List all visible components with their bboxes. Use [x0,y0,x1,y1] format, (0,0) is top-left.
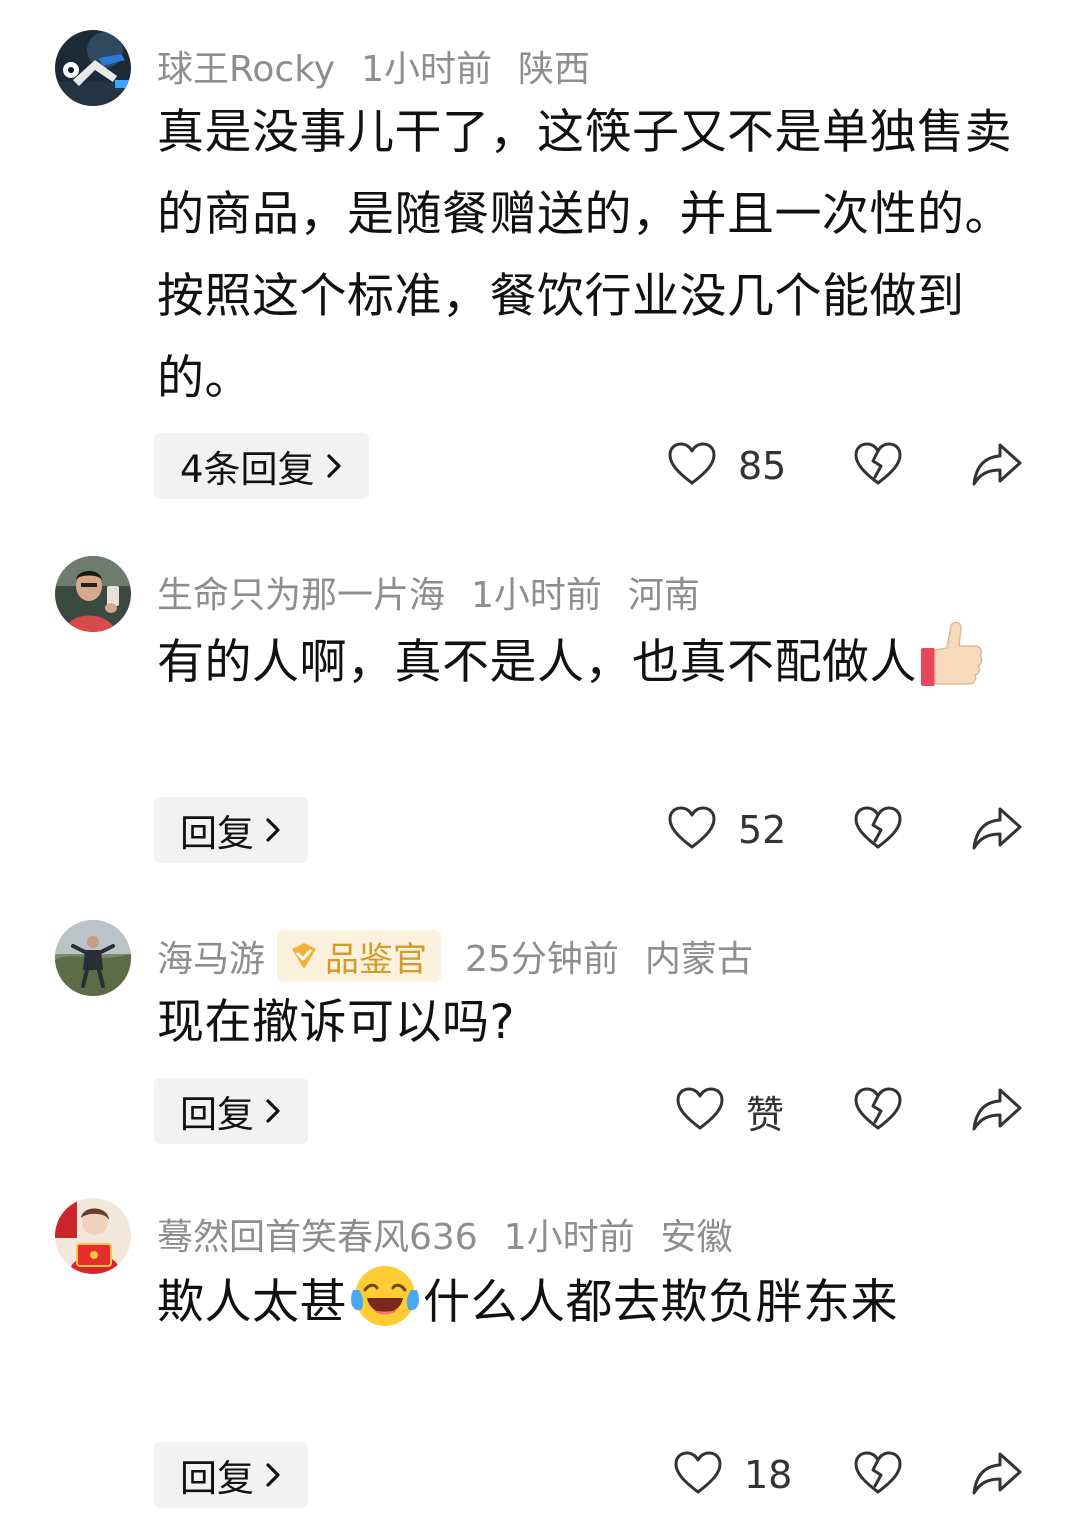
badge-label: 品鉴官 [325,939,428,980]
timestamp: 25分钟前 [465,939,619,980]
location: 陕西 [518,49,591,90]
broken-heart-icon[interactable] [852,803,904,859]
timestamp: 1小时前 [503,1217,635,1258]
like-count: 52 [738,808,787,852]
like-count: 18 [744,1453,793,1497]
broken-heart-icon[interactable] [852,1084,904,1140]
location: 安徽 [660,1217,733,1258]
share-icon[interactable] [970,1084,1024,1140]
outdoor-person-avatar-icon [55,920,131,996]
location: 河南 [627,575,700,616]
avatar[interactable] [55,556,131,632]
comment-meta: 生命只为那一片海 1小时前 河南 [157,564,700,620]
check-shield-icon [292,943,317,969]
comment-meta: 球王Rocky 1小时前 陕西 [157,38,590,94]
comment-text: 现在撤诉可以吗? [157,995,515,1050]
username[interactable]: 海马游 [157,930,265,982]
like-count: 85 [738,444,787,488]
share-icon[interactable] [970,803,1024,859]
comment-text-content: 有的人啊，真不是人，也真不配做人 [157,635,917,690]
red-envelope-avatar-icon [55,1198,131,1274]
heart-icon[interactable] [666,439,718,495]
username[interactable]: 蓦然回首笑春风636 [157,1208,478,1260]
heart-icon[interactable] [674,1084,726,1140]
share-icon[interactable] [970,1448,1024,1504]
avatar[interactable] [55,920,131,996]
share-icon[interactable] [970,439,1024,495]
comment-text-after-emoji: 什么人都去欺负胖东来 [423,1275,898,1330]
comment-text: 欺人太甚 什么人都去欺负胖东来 [157,1260,1017,1356]
timestamp: 1小时前 [361,49,492,90]
comment-meta: 海马游 品鉴官 25分钟前 内蒙古 [157,928,753,984]
soccer-player-avatar-icon [55,30,131,106]
avatar[interactable] [55,30,131,106]
heart-icon[interactable] [672,1448,724,1504]
comment-text-before-emoji: 欺人太甚 [157,1275,347,1330]
location: 内蒙古 [644,939,753,980]
man-selfie-avatar-icon [55,556,131,632]
comment-actions: 52 [0,797,1080,863]
comment-actions: 赞 [0,1078,1080,1144]
comment-actions: 18 [0,1442,1080,1508]
taster-badge: 品鉴官 [277,930,442,982]
thumbs-up-emoji-icon [917,618,985,716]
like-count: 赞 [746,1092,785,1137]
broken-heart-icon[interactable] [852,1448,904,1504]
laughing-crying-emoji-icon [347,1260,423,1356]
comment-actions: 85 [0,433,1080,499]
comment-meta: 蓦然回首笑春风636 1小时前 安徽 [157,1206,733,1262]
heart-icon[interactable] [666,803,718,859]
broken-heart-icon[interactable] [852,439,904,495]
timestamp: 1小时前 [471,575,602,616]
comment-text: 真是没事儿干了，这筷子又不是单独售卖的商品，是随餐赠送的，并且一次性的。按照这个… [157,105,1012,406]
comment-text: 有的人啊，真不是人，也真不配做人 [157,618,1017,716]
username[interactable]: 生命只为那一片海 [157,566,445,618]
avatar[interactable] [55,1198,131,1274]
username[interactable]: 球王Rocky [157,40,335,92]
